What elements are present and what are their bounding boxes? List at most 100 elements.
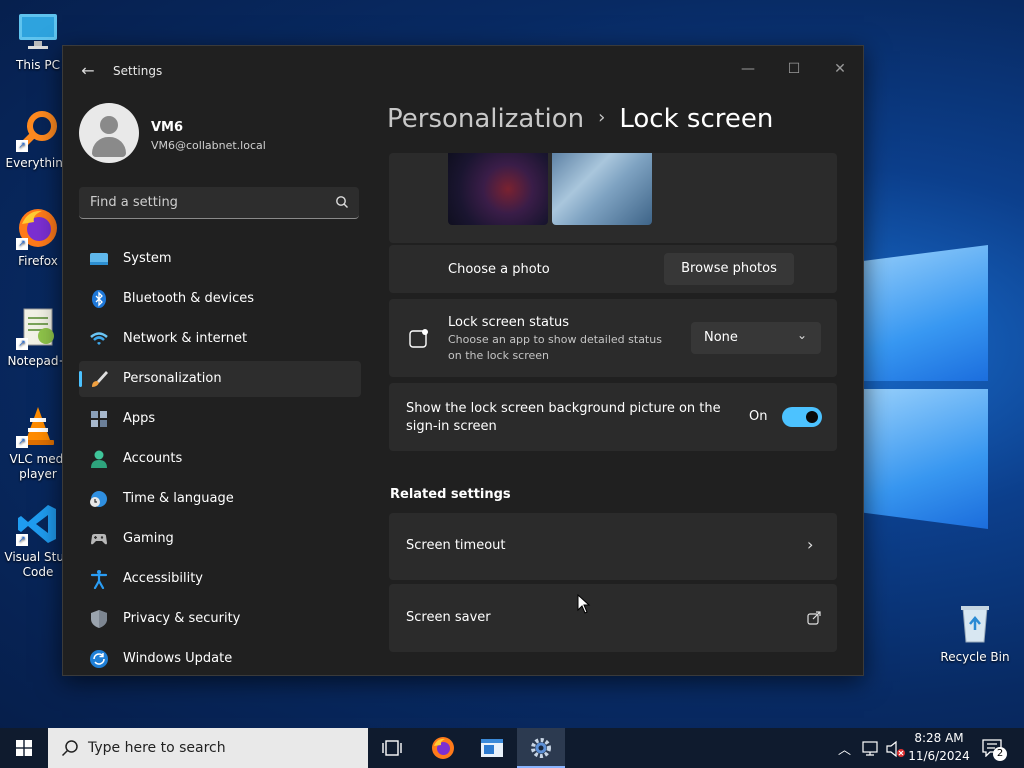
gear-icon	[531, 738, 551, 758]
related-screen-timeout[interactable]: Screen timeout ›	[389, 513, 837, 580]
close-icon[interactable]: ✕	[820, 54, 860, 84]
account-person-icon	[91, 450, 107, 468]
window-app-icon	[481, 739, 503, 757]
taskbar-search-box[interactable]: Type here to search	[48, 728, 368, 768]
clock-time[interactable]: 8:28 AM	[908, 731, 970, 745]
show-hidden-icons-chevron-icon[interactable]: ︿	[838, 739, 851, 758]
update-sync-icon	[90, 650, 108, 668]
task-view-button[interactable]	[368, 728, 416, 768]
related-settings-title: Related settings	[390, 487, 511, 502]
shortcut-arrow-icon: ↗	[16, 436, 28, 448]
shortcut-arrow-icon: ↗	[16, 338, 28, 350]
accessibility-person-icon	[90, 570, 108, 589]
choose-photo-label: Choose a photo	[448, 262, 550, 277]
breadcrumb-current: Lock screen	[619, 104, 774, 134]
toggle-state-label: On	[749, 409, 768, 424]
start-button[interactable]	[0, 728, 48, 768]
nav-item-time-language[interactable]: Time & language	[79, 481, 361, 517]
taskbar-search-placeholder: Type here to search	[88, 740, 226, 756]
breadcrumb-chevron-icon: ›	[598, 107, 606, 128]
nav-item-privacy-security[interactable]: Privacy & security	[79, 601, 361, 637]
settings-window: ← Settings — ☐ ✕ VM6 VM6@collabnet.local…	[62, 45, 864, 676]
magnifier-icon: ↗	[16, 108, 60, 152]
dropdown-value: None	[704, 330, 738, 345]
search-icon	[336, 196, 348, 208]
nav-item-personalization[interactable]: Personalization	[79, 361, 361, 397]
nav-item-system[interactable]: System	[79, 241, 361, 277]
firefox-icon	[432, 737, 454, 759]
profile-name: VM6	[151, 120, 184, 135]
nav-item-bluetooth[interactable]: Bluetooth & devices	[79, 281, 361, 317]
back-arrow-icon[interactable]: ←	[77, 60, 99, 82]
title-bar[interactable]: ← Settings — ☐ ✕	[63, 46, 863, 96]
taskbar-settings[interactable]	[517, 728, 565, 768]
shortcut-arrow-icon: ↗	[16, 238, 28, 250]
status-app-icon	[409, 329, 428, 348]
open-external-icon	[807, 611, 821, 625]
nav-item-accessibility[interactable]: Accessibility	[79, 561, 361, 597]
search-placeholder: Find a setting	[90, 195, 178, 210]
apps-grid-icon	[91, 411, 107, 427]
related-screen-saver[interactable]: Screen saver	[389, 584, 837, 652]
notification-center-button[interactable]: 2	[980, 736, 1008, 762]
lock-screen-content: Choose a photo Browse photos Lock screen…	[389, 153, 839, 673]
network-icon[interactable]	[862, 741, 880, 757]
taskbar-firefox[interactable]	[419, 728, 467, 768]
maximize-icon[interactable]: ☐	[774, 54, 814, 84]
notepad-plus-plus-icon: ↗	[16, 306, 60, 350]
find-setting-input[interactable]: Find a setting	[79, 187, 359, 219]
signin-background-toggle[interactable]	[782, 407, 822, 427]
vscode-icon: ↗	[16, 502, 60, 546]
choose-photo-row: Choose a photo Browse photos	[389, 245, 837, 293]
taskbar: Type here to search ︿ 8:28 AM 11/6/2024 …	[0, 728, 1024, 768]
recent-images-card	[389, 153, 837, 243]
recent-image-2[interactable]	[552, 153, 652, 225]
recent-image-1[interactable]	[448, 153, 548, 225]
bluetooth-icon	[92, 290, 106, 308]
wifi-icon	[90, 332, 108, 345]
browse-photos-button[interactable]: Browse photos	[664, 253, 794, 285]
chevron-right-icon: ›	[807, 535, 814, 554]
recycle-bin-icon	[953, 602, 997, 646]
lock-screen-status-label: Lock screen status	[448, 315, 570, 330]
system-monitor-icon	[90, 253, 108, 265]
settings-nav: System Bluetooth & devices Network & int…	[79, 241, 361, 675]
user-profile[interactable]: VM6 VM6@collabnet.local	[79, 103, 359, 165]
profile-email: VM6@collabnet.local	[151, 139, 266, 152]
desktop-icon-recycle-bin[interactable]: Recycle Bin	[937, 602, 1013, 665]
clock-date[interactable]: 11/6/2024	[908, 749, 970, 763]
nav-item-accounts[interactable]: Accounts	[79, 441, 361, 477]
screen-saver-label: Screen saver	[406, 610, 491, 625]
lock-screen-status-dropdown[interactable]: None ⌄	[691, 322, 821, 354]
notification-count-badge: 2	[993, 747, 1007, 761]
windows-start-icon	[16, 740, 32, 756]
nav-item-windows-update[interactable]: Windows Update	[79, 641, 361, 675]
monitor-icon	[16, 10, 60, 54]
vlc-cone-icon: ↗	[16, 404, 60, 448]
nav-item-apps[interactable]: Apps	[79, 401, 361, 437]
volume-muted-icon[interactable]	[886, 740, 906, 758]
windows-logo-wallpaper	[860, 235, 1000, 535]
gamepad-icon	[91, 534, 107, 545]
paintbrush-icon	[92, 371, 108, 387]
shield-icon	[91, 610, 107, 628]
shortcut-arrow-icon: ↗	[16, 140, 28, 152]
search-icon	[61, 740, 78, 757]
avatar	[79, 103, 139, 163]
page-title: Personalization › Lock screen	[387, 104, 773, 134]
nav-item-gaming[interactable]: Gaming	[79, 521, 361, 557]
signin-background-card: Show the lock screen background picture …	[389, 383, 837, 451]
window-title: Settings	[113, 64, 163, 78]
task-view-icon	[382, 740, 402, 756]
firefox-icon: ↗	[16, 206, 60, 250]
chevron-down-icon: ⌄	[796, 328, 807, 342]
nav-item-network[interactable]: Network & internet	[79, 321, 361, 357]
taskbar-app-window[interactable]	[468, 728, 516, 768]
mouse-cursor-icon	[577, 594, 591, 614]
minimize-icon[interactable]: —	[728, 54, 768, 84]
lock-screen-status-card: Lock screen status Choose an app to show…	[389, 299, 837, 377]
lock-screen-status-description: Choose an app to show detailed status on…	[448, 333, 662, 362]
screen-timeout-label: Screen timeout	[406, 538, 506, 553]
shortcut-arrow-icon: ↗	[16, 534, 28, 546]
breadcrumb-parent[interactable]: Personalization	[387, 104, 584, 134]
